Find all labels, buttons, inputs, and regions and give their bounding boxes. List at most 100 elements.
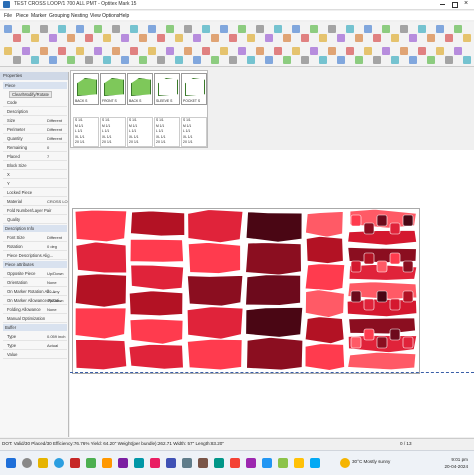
toolbar-button-icon[interactable] bbox=[409, 34, 417, 42]
marker-piece[interactable] bbox=[186, 275, 244, 307]
marker-piece[interactable] bbox=[347, 351, 417, 371]
toolbar-button-icon[interactable] bbox=[121, 56, 129, 64]
toolbar-button-icon[interactable] bbox=[220, 25, 228, 33]
toolbar-button-icon[interactable] bbox=[337, 34, 345, 42]
property-row[interactable]: X bbox=[3, 171, 67, 179]
toolbar-button-icon[interactable] bbox=[121, 34, 129, 42]
toolbar-button-icon[interactable] bbox=[4, 25, 12, 33]
start-icon[interactable] bbox=[6, 458, 16, 468]
marker-piece[interactable] bbox=[128, 290, 184, 317]
menu-nesting[interactable]: Nesting bbox=[71, 13, 88, 19]
marker-piece[interactable] bbox=[130, 210, 186, 237]
toolbar-button-icon[interactable] bbox=[328, 47, 336, 55]
app-icon-11[interactable] bbox=[230, 458, 240, 468]
piece-thumbnail[interactable]: FRONT S bbox=[100, 73, 126, 105]
app-icon-13[interactable] bbox=[262, 458, 272, 468]
toolbar-button-icon[interactable] bbox=[40, 25, 48, 33]
property-value[interactable]: Different bbox=[47, 235, 62, 240]
nested-pieces[interactable] bbox=[73, 209, 419, 373]
toolbar-button-icon[interactable] bbox=[427, 56, 435, 64]
toolbar-button-icon[interactable] bbox=[139, 34, 147, 42]
toolbar-button-icon[interactable] bbox=[130, 25, 138, 33]
marker-piece[interactable] bbox=[130, 264, 185, 291]
toolbar-button-icon[interactable] bbox=[40, 47, 48, 55]
property-row[interactable]: Fold Number/Layer Pair bbox=[3, 207, 67, 215]
clear-modify-button[interactable]: Clear/Modify/Rotate bbox=[3, 90, 67, 98]
property-row[interactable]: Locked Piece bbox=[3, 189, 67, 197]
toolbar-button-icon[interactable] bbox=[409, 56, 417, 64]
section-attributes[interactable]: Piece attributes bbox=[3, 261, 67, 268]
marker-canvas[interactable] bbox=[72, 208, 420, 374]
marker-piece-small[interactable] bbox=[363, 252, 375, 265]
marker-piece-small[interactable] bbox=[363, 328, 375, 341]
property-row[interactable]: Description bbox=[3, 108, 67, 116]
marker-piece[interactable] bbox=[348, 317, 416, 335]
marker-piece-small[interactable] bbox=[402, 336, 414, 349]
toolbar-button-icon[interactable] bbox=[445, 34, 453, 42]
toolbar-button-icon[interactable] bbox=[112, 25, 120, 33]
toolbar-button-icon[interactable] bbox=[166, 47, 174, 55]
menu-file[interactable]: File bbox=[4, 13, 12, 19]
marker-piece-small[interactable] bbox=[389, 298, 401, 311]
toolbar-button-icon[interactable] bbox=[211, 56, 219, 64]
toolbar-button-icon[interactable] bbox=[454, 47, 462, 55]
property-value[interactable]: CROSS LO bbox=[47, 199, 68, 204]
toolbar-button-icon[interactable] bbox=[22, 47, 30, 55]
property-row[interactable]: Material CROSS LO bbox=[3, 198, 68, 206]
menu-piece[interactable]: Piece bbox=[16, 13, 29, 19]
property-row[interactable]: Type Actual bbox=[3, 342, 67, 350]
property-row[interactable]: Type 0.059 inch bbox=[3, 333, 67, 341]
marker-piece[interactable] bbox=[304, 289, 345, 318]
toolbar-button-icon[interactable] bbox=[22, 25, 30, 33]
marker-piece[interactable] bbox=[129, 238, 184, 263]
property-value[interactable]: Different bbox=[47, 127, 62, 132]
toolbar-button-icon[interactable] bbox=[49, 56, 57, 64]
marker-piece-small[interactable] bbox=[363, 222, 375, 235]
property-row[interactable]: Perimeter Different bbox=[3, 126, 67, 134]
toolbar-button-icon[interactable] bbox=[292, 25, 300, 33]
app-icon-7[interactable] bbox=[166, 458, 176, 468]
toolbar-button-icon[interactable] bbox=[85, 56, 93, 64]
toolbar-button-icon[interactable] bbox=[373, 34, 381, 42]
toolbar-button-icon[interactable] bbox=[130, 47, 138, 55]
marker-piece[interactable] bbox=[128, 343, 184, 370]
toolbar-button-icon[interactable] bbox=[418, 25, 426, 33]
marker-piece[interactable] bbox=[245, 274, 302, 306]
property-value[interactable]: Up/Down bbox=[47, 298, 63, 303]
marker-piece-small[interactable] bbox=[402, 214, 414, 227]
toolbar-button-icon[interactable] bbox=[31, 34, 39, 42]
marker-workspace[interactable] bbox=[70, 150, 474, 437]
property-value[interactable]: 7 bbox=[47, 154, 49, 159]
marker-piece-small[interactable] bbox=[389, 252, 401, 265]
piece-thumbnail[interactable]: BACK S bbox=[127, 73, 153, 105]
toolbar-button-icon[interactable] bbox=[400, 47, 408, 55]
app-icon-14[interactable] bbox=[278, 458, 288, 468]
toolbar-button-icon[interactable] bbox=[391, 56, 399, 64]
toolbar-button-icon[interactable] bbox=[166, 25, 174, 33]
toolbar-button-icon[interactable] bbox=[292, 47, 300, 55]
app-icon-10[interactable] bbox=[214, 458, 224, 468]
toolbar-button-icon[interactable] bbox=[346, 25, 354, 33]
toolbar-button-icon[interactable] bbox=[355, 56, 363, 64]
maximize-icon[interactable] bbox=[452, 2, 458, 8]
toolbar-button-icon[interactable] bbox=[76, 25, 84, 33]
toolbar-button-icon[interactable] bbox=[310, 47, 318, 55]
property-row[interactable]: Y bbox=[3, 180, 67, 188]
marker-piece[interactable] bbox=[187, 242, 241, 274]
marker-piece[interactable] bbox=[347, 246, 417, 264]
property-row[interactable]: Remaining 0 bbox=[3, 144, 67, 152]
toolbar-button-icon[interactable] bbox=[184, 47, 192, 55]
toolbar-button-icon[interactable] bbox=[337, 56, 345, 64]
property-row[interactable]: Font Size Different bbox=[3, 234, 67, 242]
marker-piece-small[interactable] bbox=[350, 260, 362, 273]
toolbar-button-icon[interactable] bbox=[274, 47, 282, 55]
toolbar-button-icon[interactable] bbox=[301, 56, 309, 64]
toolbar-button-icon[interactable] bbox=[418, 47, 426, 55]
marker-piece[interactable] bbox=[305, 211, 344, 238]
property-row[interactable]: Folding Allowance None bbox=[3, 306, 67, 314]
app-icon-12[interactable] bbox=[246, 458, 256, 468]
system-tray[interactable]: 9:01 pm 20-04-2024 bbox=[445, 456, 469, 470]
toolbar-button-icon[interactable] bbox=[274, 25, 282, 33]
property-row[interactable]: Manual Optimization bbox=[3, 315, 67, 323]
toolbar-button-icon[interactable] bbox=[319, 56, 327, 64]
